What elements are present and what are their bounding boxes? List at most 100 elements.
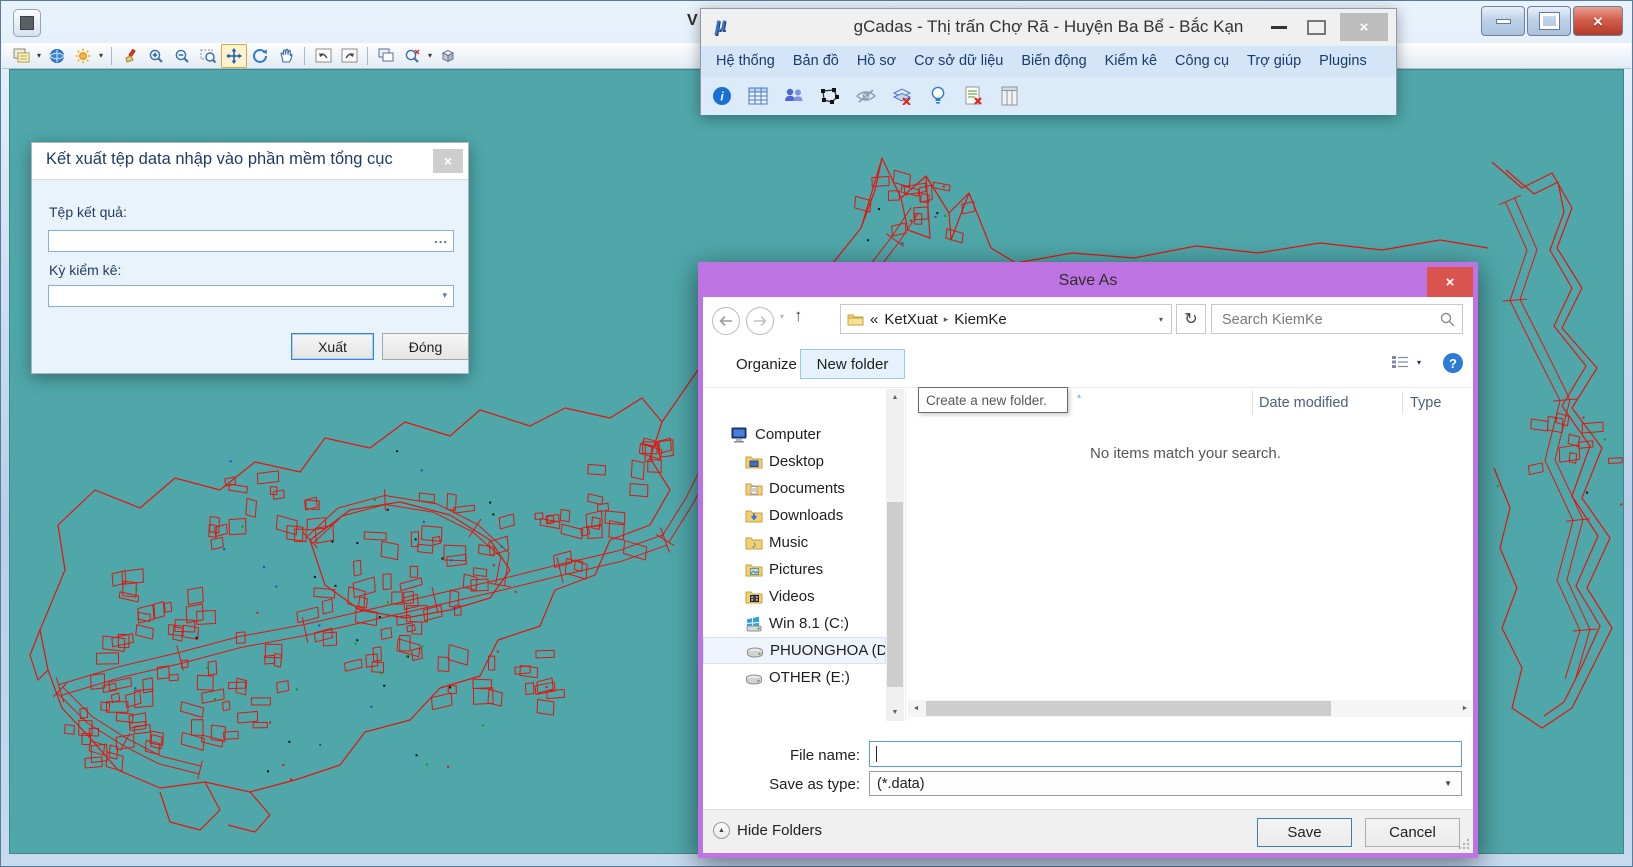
zoom-window-button[interactable] [195,44,221,68]
model-cube-button[interactable] [435,44,461,68]
menu-kiem-ke[interactable]: Kiểm kê [1096,46,1166,77]
scroll-up-icon[interactable]: ▲ [886,389,904,406]
brightness-caret-icon[interactable]: ▾ [96,51,106,60]
menu-ho-so[interactable]: Hồ sơ [848,46,905,77]
breadcrumb-ketxuat[interactable]: KetXuat [884,311,937,328]
gcadas-close-button[interactable]: × [1340,13,1388,41]
inventory-period-input[interactable] [51,287,425,305]
browse-button[interactable]: ... [434,231,448,246]
save-button[interactable]: Save [1257,818,1352,847]
back-button[interactable] [712,307,740,335]
previous-view-button[interactable] [310,44,336,68]
scroll-left-icon[interactable]: ◄ [908,700,924,717]
display-manager-button[interactable] [8,44,34,68]
users-button[interactable] [783,85,805,107]
zoom-in-button[interactable] [143,44,169,68]
organize-button[interactable]: Organize ▾ [736,356,805,373]
file-name-label: File name: [703,747,860,764]
menu-cong-cu[interactable]: Công cụ [1166,46,1238,77]
history-caret-icon[interactable]: ▾ [780,312,784,321]
display-manager-caret-icon[interactable]: ▾ [34,51,44,60]
address-caret-icon[interactable]: ▾ [1159,315,1163,324]
pane-divider[interactable] [905,389,906,721]
save-as-type-label: Save as type: [703,776,860,793]
pan-button[interactable] [273,44,299,68]
breadcrumb-kiemke[interactable]: KiemKe [954,311,1007,328]
tree-item-phuonghoa-d[interactable]: PHUONGHOA (D: [703,637,886,664]
report-remove-button[interactable] [963,85,985,107]
result-file-input[interactable] [51,232,425,250]
tree-item-downloads[interactable]: Downloads [703,502,886,529]
tree-item-win81-c[interactable]: Win 8.1 (C:) [703,610,886,637]
scroll-right-icon[interactable]: ► [1457,700,1473,717]
gcadas-minimize-button[interactable] [1271,26,1287,29]
tree-scrollbar[interactable]: ▲ ▼ [886,389,904,721]
hide-folders-button[interactable]: ▲ Hide Folders [713,822,822,839]
gcadas-titlebar[interactable]: µ gCadas - Thị trấn Chợ Rã - Huyện Ba Bể… [701,9,1396,45]
save-as-close-button[interactable]: × [1427,267,1473,297]
style-brush-button[interactable] [117,44,143,68]
tree-scrollbar-thumb[interactable] [887,502,903,687]
column-divider[interactable] [1252,391,1253,415]
file-list-h-scrollbar[interactable]: ◄ ► [908,700,1473,717]
menu-tro-giup[interactable]: Trợ giúp [1238,46,1310,77]
parcel-button[interactable] [819,85,841,107]
address-bar[interactable]: « KetXuat ▸ KiemKe ▾ [840,304,1172,334]
save-as-type-combobox[interactable]: (*.data) ▼ [869,771,1462,796]
menu-plugins[interactable]: Plugins [1310,46,1376,77]
gcadas-maximize-button[interactable] [1307,20,1326,35]
locate-button[interactable] [927,85,949,107]
zoom-extent-button[interactable] [221,44,247,68]
spatial-search-caret-icon[interactable]: ▾ [425,51,435,60]
maximize-button[interactable] [1527,6,1571,36]
new-folder-button[interactable]: New folder [800,349,905,379]
spatial-search-button[interactable] [399,44,425,68]
menu-co-so-du-lieu[interactable]: Cơ sở dữ liệu [905,46,1012,77]
close-dialog-button[interactable]: Đóng [382,333,469,360]
resize-grip[interactable] [1458,838,1470,850]
column-header-date-modified[interactable]: Date modified [1259,395,1348,411]
globe-button[interactable] [44,44,70,68]
menu-he-thong[interactable]: Hệ thống [707,46,784,77]
tree-item-documents[interactable]: Documents [703,475,886,502]
save-as-titlebar[interactable]: Save As × [703,267,1473,297]
cancel-button[interactable]: Cancel [1365,818,1460,847]
view-menu-button[interactable]: ▾ [1391,355,1421,369]
tree-item-videos[interactable]: Videos [703,583,886,610]
zoom-out-button[interactable] [169,44,195,68]
forward-button[interactable] [746,307,774,335]
search-input[interactable] [1220,309,1434,331]
inventory-period-combobox[interactable]: ▾ [48,285,454,307]
tree-item-music[interactable]: ♪ Music [703,529,886,556]
file-name-input[interactable] [869,741,1462,767]
scroll-down-icon[interactable]: ▼ [886,704,904,721]
refresh-button[interactable]: ↻ [1176,304,1206,334]
column-header-type[interactable]: Type [1410,395,1441,411]
hide-layer-button[interactable] [855,85,877,107]
tree-item-pictures[interactable]: Pictures [703,556,886,583]
help-button[interactable]: ? [1443,353,1463,373]
tree-item-other-e[interactable]: OTHER (E:) [703,664,886,691]
tree-item-computer[interactable]: Computer [703,421,886,448]
maximize-icon [1540,13,1559,29]
menu-ban-do[interactable]: Bản đồ [784,46,848,77]
cascade-windows-button[interactable] [373,44,399,68]
export-dialog-body: Tệp kết quả: ... Kỳ kiểm kê: ▾ Xuất Đóng [32,179,468,373]
up-button[interactable]: ↑ [794,306,803,326]
next-view-button[interactable] [336,44,362,68]
tree-item-desktop[interactable]: Desktop [703,448,886,475]
remove-layers-button[interactable] [891,85,913,107]
menu-bien-dong[interactable]: Biến động [1012,46,1095,77]
h-scrollbar-thumb[interactable] [926,701,1331,716]
export-button[interactable]: Xuất [291,333,374,360]
info-button[interactable]: i [711,85,733,107]
combobox-caret-icon[interactable]: ▾ [442,290,447,301]
column-divider[interactable] [1402,391,1403,415]
close-button[interactable]: × [1573,6,1623,36]
brightness-button[interactable] [70,44,96,68]
export-dialog-close-button[interactable]: × [433,149,463,173]
table-columns-button[interactable] [999,85,1021,107]
minimize-button[interactable] [1481,6,1525,36]
attribute-table-button[interactable] [747,85,769,107]
rotate-view-button[interactable] [247,44,273,68]
